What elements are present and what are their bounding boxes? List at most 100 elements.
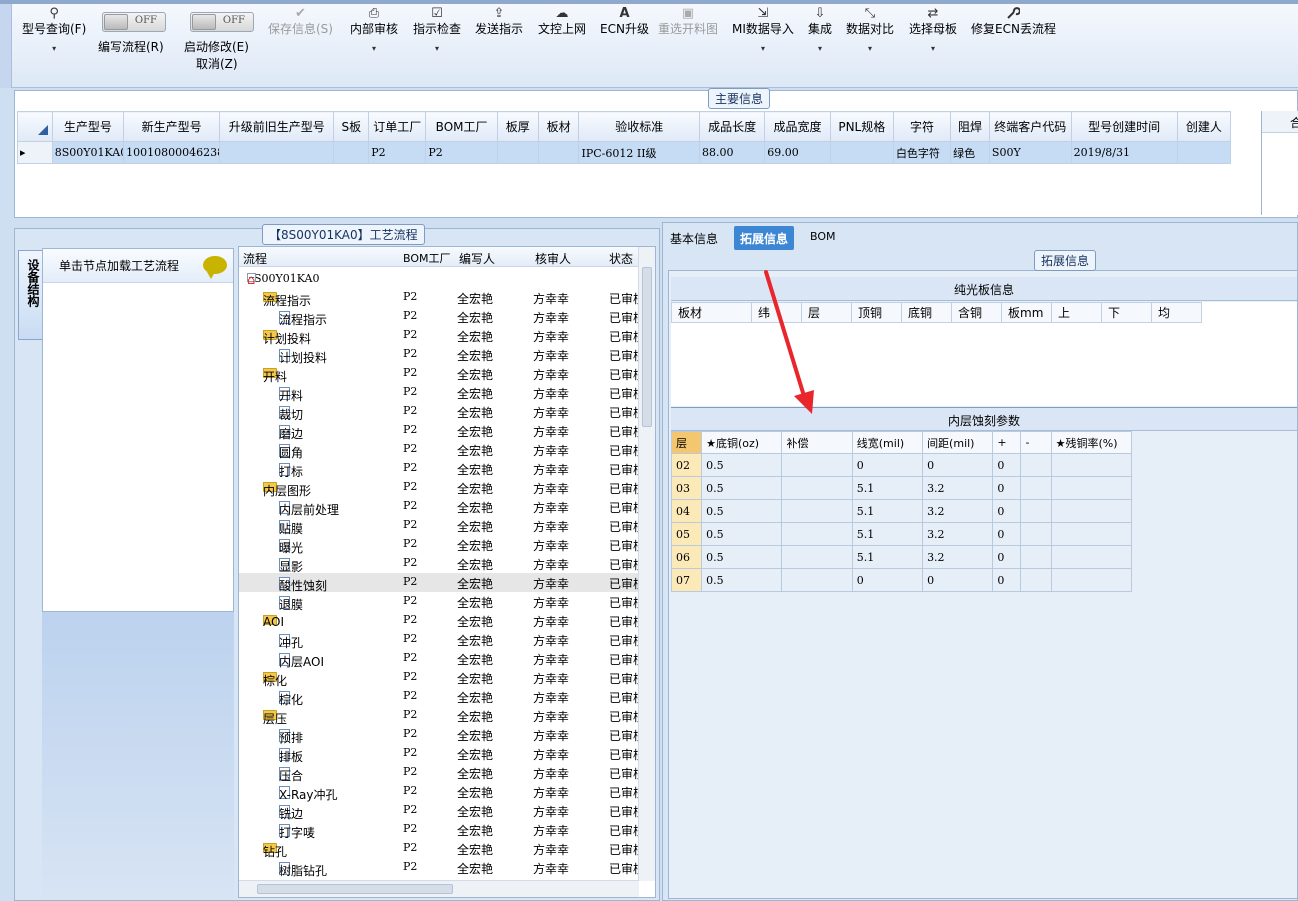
table-row[interactable]: 02 0.5 0 0 0 [670, 453, 1133, 477]
column-header[interactable]: 线宽(mil) [851, 431, 924, 454]
column-header[interactable]: 间距(mil) [922, 431, 994, 454]
data-compare-button[interactable]: ⤡ 数据对比 ▾ [846, 6, 894, 58]
table-cell[interactable] [333, 141, 370, 164]
table-cell[interactable] [781, 499, 853, 523]
table-cell[interactable]: 02 [670, 453, 703, 477]
column-header[interactable]: 成品宽度 [764, 111, 831, 142]
table-cell[interactable] [781, 545, 853, 569]
table-cell[interactable] [1020, 522, 1052, 546]
tree-row[interactable]: 打字唛 P2 全宏艳 方幸幸 已审核 [239, 820, 645, 840]
table-cell[interactable]: 0 [992, 545, 1022, 569]
tree-row[interactable]: −AOIP2全宏艳方幸幸已审核 [239, 611, 645, 630]
table-cell[interactable]: 3.2 [922, 522, 994, 546]
table-cell[interactable]: 3.2 [922, 545, 994, 569]
table-row[interactable]: 04 0.5 5.1 3.2 0 [670, 499, 1133, 523]
tree-row[interactable]: −开料P2全宏艳方幸幸已审核 [239, 364, 645, 384]
table-cell[interactable]: 0.5 [701, 568, 783, 592]
tree-horizontal-scrollbar[interactable] [239, 880, 639, 897]
column-header[interactable]: S板 [333, 111, 370, 142]
tab-device-structure[interactable]: 设备结构 [18, 250, 42, 340]
tree-row[interactable]: 压合 P2 全宏艳 方幸幸 已审核 [239, 763, 645, 783]
tree-row[interactable]: 排板 P2 全宏艳 方幸幸 已审核 [239, 744, 645, 764]
table-cell[interactable]: 2019/8/31 [1070, 141, 1178, 164]
internal-review-button[interactable]: ⎙ 内部审核 ▾ [350, 6, 398, 58]
write-flow-toggle[interactable]: OFF [102, 12, 166, 32]
tree-row[interactable]: 流程指示 P2 全宏艳 方幸幸 已审核 [239, 307, 645, 327]
table-cell[interactable] [1020, 453, 1052, 477]
column-header[interactable]: 阻焊 [950, 111, 990, 142]
table-cell[interactable] [537, 141, 580, 164]
table-cell[interactable] [219, 141, 335, 164]
table-cell[interactable]: 06 [670, 545, 703, 569]
table-cell[interactable] [781, 453, 853, 477]
tree-row[interactable]: −层压P2全宏艳方幸幸已审核 [239, 706, 645, 726]
save-info-button[interactable]: ✔ 保存信息(S) [268, 6, 333, 36]
start-modify-toggle[interactable]: OFF [190, 12, 254, 32]
table-cell[interactable] [781, 568, 853, 592]
table-cell[interactable]: 0 [992, 453, 1022, 477]
table-cell[interactable]: 5.1 [851, 476, 924, 500]
tree-row[interactable]: 开料 P2 全宏艳 方幸幸 已审核 [239, 383, 645, 403]
column-header[interactable]: 核审人 [535, 250, 571, 267]
column-header[interactable]: 终端客户代码 [988, 111, 1072, 142]
tree-row[interactable]: 计划投料 P2 全宏艳 方幸幸 已审核 [239, 345, 645, 365]
tree-row[interactable]: 内层AOI P2 全宏艳 方幸幸 已审核 [239, 649, 645, 669]
tree-row[interactable]: −计划投料P2全宏艳方幸幸已审核 [239, 326, 645, 346]
column-header[interactable]: 升级前旧生产型号 [219, 111, 335, 142]
scrollbar-thumb[interactable] [257, 884, 453, 894]
integrate-button[interactable]: ⇩ 集成 ▾ [808, 6, 832, 58]
table-cell[interactable]: 3.2 [922, 499, 994, 523]
column-header[interactable]: - [1020, 431, 1052, 454]
table-cell[interactable]: P2 [368, 141, 427, 164]
tree-row[interactable]: X-Ray冲孔 P2 全宏艳 方幸幸 已审核 [239, 782, 645, 802]
table-cell[interactable]: 白色字符 [892, 141, 952, 164]
table-cell[interactable] [781, 522, 853, 546]
column-header[interactable]: 底铜 [901, 302, 952, 323]
column-header[interactable]: 板厚 [496, 111, 539, 142]
column-header[interactable]: 板mm [1001, 302, 1052, 323]
column-header[interactable]: ★底铜(oz) [701, 431, 783, 454]
table-cell[interactable]: 0.5 [701, 499, 783, 523]
mi-import-button[interactable]: ⇲ MI数据导入 ▾ [732, 6, 794, 58]
table-cell[interactable]: 0.5 [701, 453, 783, 477]
tab-basic-info[interactable]: 基本信息 [664, 226, 724, 250]
tree-vertical-scrollbar[interactable] [638, 247, 655, 881]
table-cell[interactable] [1020, 545, 1052, 569]
tree-row[interactable]: 曝光 P2 全宏艳 方幸幸 已审核 [239, 535, 645, 555]
tree-row[interactable]: 打标 P2 全宏艳 方幸幸 已审核 [239, 459, 645, 479]
table-row[interactable]: 03 0.5 5.1 3.2 0 [670, 476, 1133, 500]
table-cell[interactable]: 05 [670, 522, 703, 546]
table-cell[interactable]: 0 [992, 499, 1022, 523]
send-instruction-button[interactable]: ⇪ 发送指示 [475, 6, 523, 36]
table-cell[interactable]: 0 [851, 568, 924, 592]
tree-row[interactable]: −棕化P2全宏艳方幸幸已审核 [239, 668, 645, 688]
column-header[interactable]: 成品长度 [698, 111, 766, 142]
table-cell[interactable]: 0.5 [701, 545, 783, 569]
column-header[interactable]: 状态 [609, 250, 633, 267]
table-cell[interactable] [1050, 476, 1133, 500]
model-query-button[interactable]: ⚲ 型号查询(F) ▾ [22, 6, 86, 58]
reselect-cutting-button[interactable]: ▣ 重选开料图 [658, 6, 718, 36]
table-cell[interactable] [496, 141, 539, 164]
column-header[interactable]: 补偿 [781, 431, 853, 454]
table-cell[interactable]: 10010800046238 [123, 141, 221, 164]
tab-extended-info[interactable]: 拓展信息 [734, 226, 795, 250]
tree-row[interactable]: 树脂钻孔 P2 全宏艳 方幸幸 已审核 [239, 858, 645, 878]
table-cell[interactable]: 07 [670, 568, 703, 592]
table-cell[interactable]: 5.1 [851, 522, 924, 546]
tree-row[interactable]: 内层前处理 P2 全宏艳 方幸幸 已审核 [239, 497, 645, 517]
table-cell[interactable]: IPC-6012 II级 [578, 141, 700, 164]
table-row[interactable]: 05 0.5 5.1 3.2 0 [670, 522, 1133, 546]
comment-icon[interactable] [203, 256, 227, 279]
table-row[interactable]: 06 0.5 5.1 3.2 0 [670, 545, 1133, 569]
table-cell[interactable]: 69.00 [764, 141, 831, 164]
table-cell[interactable]: 03 [670, 476, 703, 500]
table-cell[interactable]: 0 [992, 568, 1022, 592]
column-header[interactable]: 订单工厂 [368, 111, 427, 142]
doc-online-button[interactable]: ☁ 文控上网 [538, 6, 586, 36]
column-header[interactable]: 生产型号 [51, 111, 125, 142]
tree-row[interactable]: 预排 P2 全宏艳 方幸幸 已审核 [239, 725, 645, 745]
table-cell[interactable]: 88.00 [698, 141, 766, 164]
table-cell[interactable] [1050, 453, 1133, 477]
column-header[interactable]: 创建人 [1176, 111, 1232, 142]
